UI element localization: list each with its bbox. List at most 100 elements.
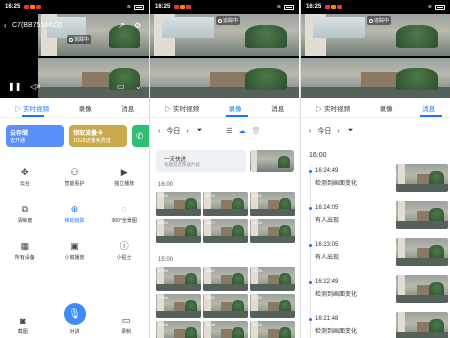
pip-button[interactable]: ▣ 小窗播放 xyxy=(50,242,100,262)
camera-icon: ◙ xyxy=(20,316,26,326)
messages-screen: 16:25 ≋ 追踪中 ▷ 实时视频 录像 消息 ‹ 今日 › ⏷ 16:00 … xyxy=(301,0,450,338)
message-thumbnail[interactable] xyxy=(396,312,448,338)
tab-live[interactable]: ▷ 实时视频 xyxy=(316,103,350,113)
delete-icon[interactable]: 🗑 xyxy=(252,127,261,135)
recording-thumbnail[interactable]: 15:59 xyxy=(156,267,201,291)
tab-messages[interactable]: 消息 xyxy=(121,103,134,113)
thumbnail-time: 16:21 xyxy=(252,193,263,198)
live-video-view[interactable] xyxy=(150,14,299,98)
recording-thumbnail[interactable]: 15:48 xyxy=(156,321,201,338)
thumbnail-time: 15:50 xyxy=(252,295,263,300)
filter-icon[interactable]: ⏷ xyxy=(348,127,354,135)
smart-care-button[interactable]: ⚇ 智能看护 xyxy=(50,168,100,188)
message-thumbnail[interactable] xyxy=(396,238,448,266)
message-thumbnail[interactable] xyxy=(396,201,448,229)
battery-icon xyxy=(134,4,144,10)
recording-thumbnail[interactable]: 16:17 xyxy=(203,219,248,243)
thumbnail-time: 15:59 xyxy=(158,268,169,273)
screenshot-button[interactable]: ◙ 截图 xyxy=(18,316,28,335)
hd-icon: ⧉ xyxy=(21,204,29,214)
settings-icon[interactable]: ⚙ xyxy=(134,21,141,30)
message-time: 16:24:49 xyxy=(315,168,339,174)
status-bar: 16:25 ≋ xyxy=(0,0,149,14)
mute-icon[interactable]: ◁× xyxy=(30,82,41,91)
talk-button[interactable]: 🎙 对讲 xyxy=(63,303,86,335)
solo-play-button[interactable]: ▶ 独立播放 xyxy=(99,167,149,188)
layout-icon[interactable]: ☰ xyxy=(226,127,232,135)
thumbnail-time: 15:54 xyxy=(158,295,169,300)
tab-messages[interactable]: 消息 xyxy=(271,103,284,113)
recording-thumbnail[interactable]: 16:24 xyxy=(156,192,201,216)
resolution-button[interactable]: ⧉ 清晰度 xyxy=(0,204,50,225)
status-time: 16:25 xyxy=(5,4,21,10)
tracking-badge: 追踪中 xyxy=(216,16,241,25)
tab-recording[interactable]: 录像 xyxy=(229,103,242,113)
screen-switch-icon[interactable]: ▭ xyxy=(117,82,125,91)
tab-live[interactable]: ▷ 实时视频 xyxy=(15,103,49,113)
thumbnail-time: 16:17 xyxy=(205,220,216,225)
tab-recording[interactable]: 录像 xyxy=(380,103,393,113)
tab-live[interactable]: ▷ 实时视频 xyxy=(165,103,199,113)
tracking-badge: 追踪中 xyxy=(367,16,392,25)
message-thumbnail[interactable] xyxy=(396,164,448,192)
all-devices-button[interactable]: ▦ 所有设备 xyxy=(0,242,50,262)
recording-thumbnail[interactable]: 15:54 xyxy=(156,294,201,318)
function-grid: ✥ 云台 ⚇ 智能看护 ▶ 独立播放 ⧉ 清晰度 ⊕ 移动追踪 ◌ 360°全景图 ▦ 所有设… xyxy=(0,167,149,262)
recording-thumbnail[interactable]: 15:46 xyxy=(203,321,248,338)
record-button[interactable]: ▭ 录制 xyxy=(121,315,131,335)
back-icon[interactable]: ‹ xyxy=(4,21,7,30)
wifi-icon: ≋ xyxy=(276,4,281,10)
hour-label: 16:00 xyxy=(158,182,174,188)
thumbnail-time: 16:19 xyxy=(158,220,169,225)
cloud-storage-card[interactable]: 云存储 去开通 xyxy=(6,125,64,147)
action-bar: ◙ 截图 🎙 对讲 ▭ 录制 xyxy=(0,303,149,338)
tab-bar: ▷ 实时视频 录像 消息 xyxy=(150,98,299,118)
date-toolbar: ‹ 今日 › ⏷ ☰ ☁ 🗑 xyxy=(150,124,299,138)
recording-thumbnail[interactable]: 15:44 xyxy=(250,321,295,338)
recording-thumbnail[interactable]: 16:21 xyxy=(250,192,295,216)
recording-thumbnail[interactable]: 15:50 xyxy=(250,294,295,318)
camera-feed-top xyxy=(38,14,149,56)
ptz-button[interactable]: ✥ 云台 xyxy=(0,168,50,188)
hour-label: 15:00 xyxy=(158,257,174,263)
panorama-button[interactable]: ◌ 360°全景图 xyxy=(99,205,149,225)
play-icon: ▶ xyxy=(120,167,128,177)
filter-icon[interactable]: ⏷ xyxy=(197,127,203,135)
chevron-down-icon[interactable]: ⌄ xyxy=(135,82,142,91)
date-label[interactable]: 今日 xyxy=(166,126,180,136)
message-text: 检测到画面变化 xyxy=(315,292,358,298)
data-card-promo[interactable]: 领取流量卡 10GB流量免费送 xyxy=(69,125,127,147)
tab-recording[interactable]: 录像 xyxy=(79,103,92,113)
motion-tracking-button[interactable]: ⊕ 移动追踪 xyxy=(50,205,100,225)
recording-thumbnail[interactable]: 15:57 xyxy=(203,267,248,291)
tips-button[interactable]: ⓘ 小贴士 xyxy=(99,242,149,262)
thumbnail-time: 15:46 xyxy=(205,322,216,327)
date-label[interactable]: 今日 xyxy=(317,126,331,136)
thumbnail-time: 15:56 xyxy=(252,268,263,273)
live-video-view[interactable] xyxy=(301,14,450,98)
pause-icon[interactable]: ❚❚ xyxy=(8,82,21,91)
recording-thumbnail[interactable]: 15:56 xyxy=(250,267,295,291)
next-day-icon[interactable]: › xyxy=(186,128,188,135)
tab-messages[interactable]: 消息 xyxy=(422,103,435,113)
cloud-icon[interactable]: ☁ xyxy=(239,127,246,135)
recording-thumbnail[interactable]: 16:22 xyxy=(203,192,248,216)
recording-thumbnail[interactable]: 16:19 xyxy=(156,219,201,243)
date-toolbar: ‹ 今日 › ⏷ xyxy=(301,124,450,138)
share-icon[interactable]: ↗ xyxy=(118,21,125,30)
message-text: 有人出现 xyxy=(315,255,340,261)
message-time: 16:23:05 xyxy=(315,242,339,248)
recording-thumbnail[interactable]: 15:52 xyxy=(203,294,248,318)
recording-thumbnail[interactable]: 16:16 xyxy=(250,219,295,243)
status-bar: 16:25 ≋ xyxy=(150,0,299,14)
prev-day-icon[interactable]: ‹ xyxy=(158,128,160,135)
next-day-icon[interactable]: › xyxy=(337,128,339,135)
message-text: 有人出现 xyxy=(315,218,340,224)
thumbnail-time: 16:24 xyxy=(158,193,169,198)
thumbnail-time: 15:57 xyxy=(205,268,216,273)
call-card[interactable]: ✆ xyxy=(132,125,149,147)
prev-day-icon[interactable]: ‹ xyxy=(309,128,311,135)
camera-feed-bottom xyxy=(38,58,149,98)
message-thumbnail[interactable] xyxy=(396,275,448,303)
timelapse-card[interactable]: 一天快进 有趣延迟快放片段 xyxy=(150,148,299,174)
